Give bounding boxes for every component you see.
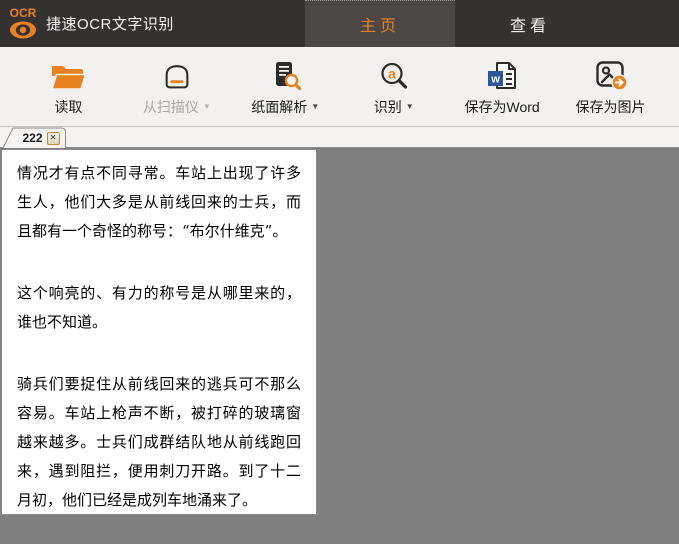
read-button[interactable]: 读取 (22, 51, 114, 123)
tab-home[interactable]: 主页 (305, 0, 455, 47)
preview-canvas: 情况才有点不同寻常。车站上出现了许多生人，他们大多是从前线回来的士兵，而且都有一… (0, 148, 679, 543)
word-icon-letter: w (490, 73, 500, 85)
save-as-image-button[interactable]: 保存为图片 (565, 51, 657, 123)
chevron-down-icon: ▼ (202, 102, 211, 111)
logo-text: OCR (10, 6, 37, 20)
toolbar: 读取 从扫描仪 ▼ 纸面解析 ▼ a 识别 ▼ w 保存为Word 保存为图片 (0, 47, 679, 127)
recognize-icon-letter: a (388, 65, 396, 81)
recognize-button[interactable]: a 识别 ▼ (348, 51, 440, 123)
save-as-word-button-label: 保存为Word (464, 98, 540, 115)
page-analysis-button-label: 纸面解析 (251, 98, 308, 115)
document-page: 情况才有点不同寻常。车站上出现了许多生人，他们大多是从前线回来的士兵，而且都有一… (1, 149, 317, 515)
document-tabstrip: 222 ✕ (0, 127, 679, 148)
read-button-label: 读取 (54, 98, 83, 115)
save-as-image-button-label: 保存为图片 (575, 98, 646, 115)
save-word-icon: w (484, 57, 520, 93)
open-folder-icon (50, 57, 87, 93)
document-tab-222[interactable]: 222 ✕ (2, 127, 68, 148)
app-logo-ocr-eye-icon: OCR (0, 0, 46, 47)
chevron-down-icon: ▼ (405, 102, 414, 111)
page-paragraph: 这个响亮的、有力的称号是从哪里来的，谁也不知道。 (17, 284, 301, 331)
titlebar: OCR 捷速OCR文字识别 主页 查看 (0, 0, 679, 47)
from-scanner-button[interactable]: 从扫描仪 ▼ (131, 51, 223, 123)
close-tab-icon[interactable]: ✕ (46, 131, 60, 145)
ocr-eye-icon: OCR (10, 6, 37, 38)
recognize-icon: a (377, 57, 410, 93)
page-analysis-button[interactable]: 纸面解析 ▼ (239, 51, 331, 123)
tab-view[interactable]: 查看 (455, 0, 605, 47)
chevron-down-icon: ▼ (311, 102, 320, 111)
save-as-word-button[interactable]: w 保存为Word (456, 51, 548, 123)
save-image-icon (593, 57, 629, 93)
recognize-button-label: 识别 (373, 98, 402, 115)
app-title: 捷速OCR文字识别 (46, 16, 174, 33)
document-tab-label: 222 (22, 131, 43, 145)
page-paragraph: 情况才有点不同寻常。车站上出现了许多生人，他们大多是从前线回来的士兵，而且都有一… (17, 164, 301, 240)
from-scanner-button-label: 从扫描仪 (142, 98, 199, 115)
titlebar-spacer (174, 0, 305, 47)
titlebar-right-pad (605, 0, 679, 47)
page-paragraph: 骑兵们要捉住从前线回来的逃兵可不那么容易。车站上枪声不断，被打碎的玻璃窗越来越多… (17, 375, 301, 509)
scanner-icon (161, 57, 193, 93)
page-analysis-icon (268, 57, 302, 93)
